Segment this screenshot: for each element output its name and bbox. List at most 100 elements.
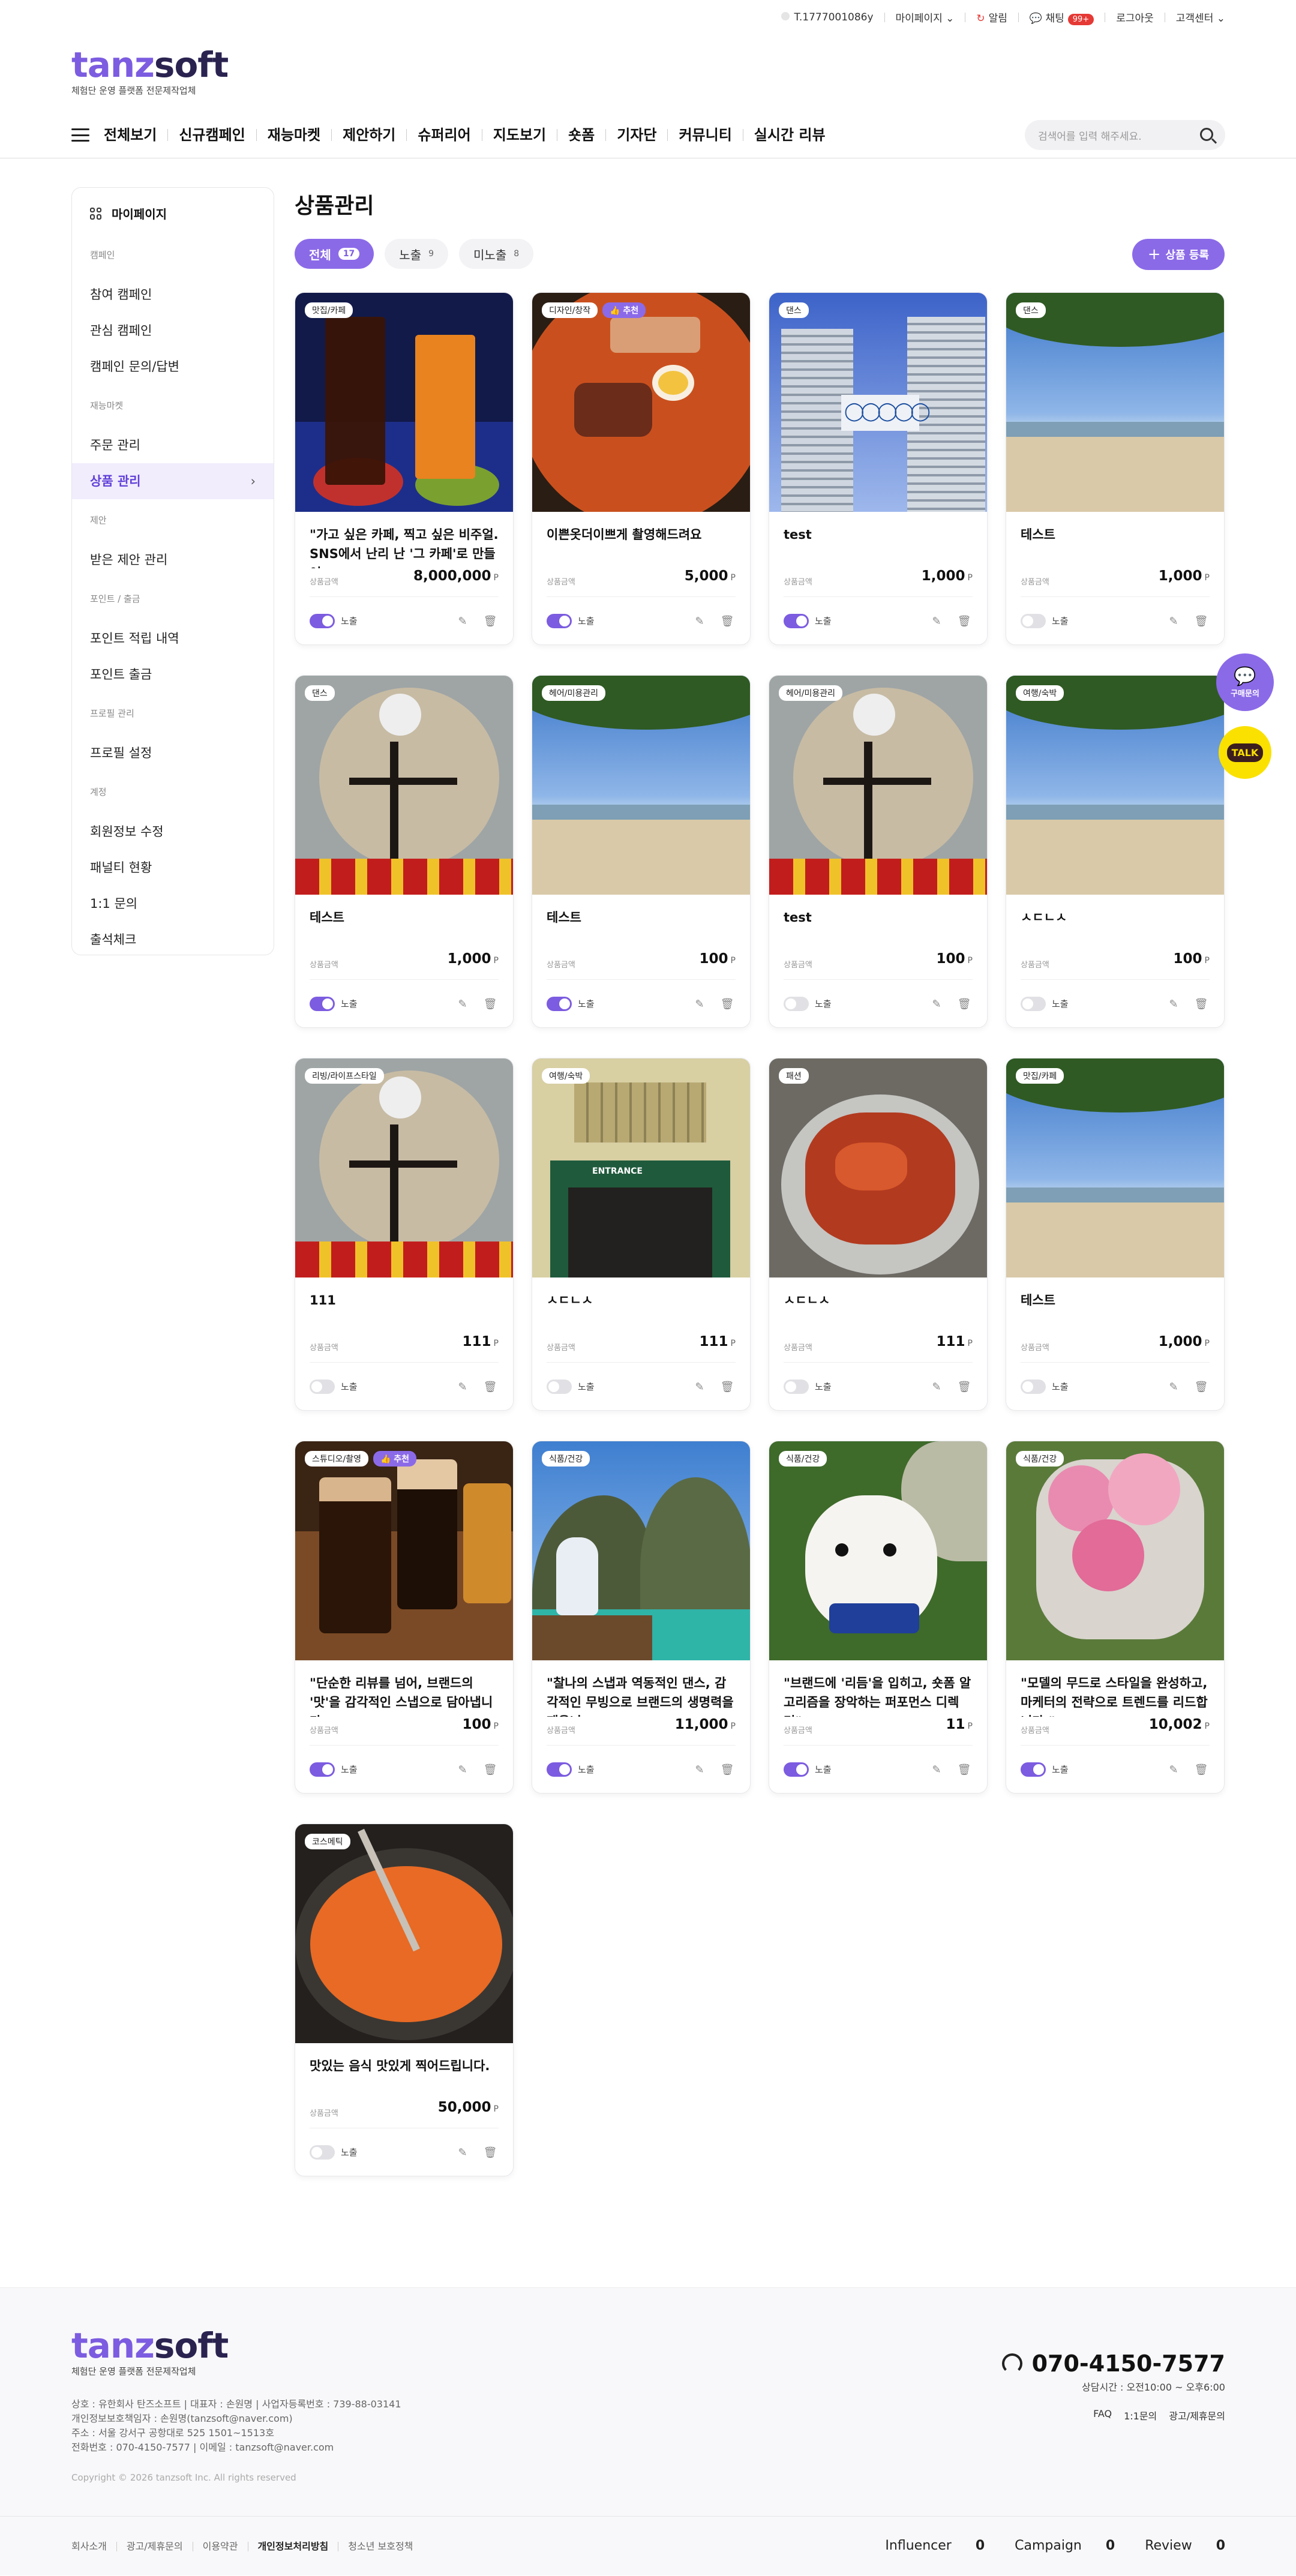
product-thumbnail[interactable]: 디자인/창작 👍 추천 (532, 293, 750, 512)
nav-item-propose[interactable]: 제안하기 (331, 128, 406, 142)
nav-item-superior[interactable]: 슈퍼리어 (406, 128, 481, 142)
mypage-menu[interactable]: 마이페이지 ⌄ (896, 10, 955, 25)
search-icon[interactable] (1200, 128, 1213, 141)
exposure-toggle[interactable] (310, 2145, 335, 2160)
register-product-button[interactable]: + 상품 등록 (1132, 239, 1225, 270)
product-thumbnail[interactable]: 패션 (769, 1058, 987, 1277)
footer-link-about[interactable]: 회사소개 (71, 2542, 116, 2551)
trash-icon[interactable]: 🗑 (719, 995, 736, 1012)
tab-hidden[interactable]: 미노출 8 (459, 239, 534, 269)
nav-item-map[interactable]: 지도보기 (481, 128, 557, 142)
product-card[interactable]: 코스메틱 맛있는 음식 맛있게 찍어드립니다. 상품금액 50,000 P 노출 ✎ 🗑 (295, 1824, 514, 2176)
tab-all[interactable]: 전체 17 (295, 239, 374, 269)
tab-exposed[interactable]: 노출 9 (385, 239, 449, 269)
product-title[interactable]: "모델의 무드로 스타일을 완성하고, 마케터의 전략으로 트렌드를 리드합니다… (1006, 1660, 1224, 1717)
exposure-toggle[interactable] (1021, 996, 1046, 1011)
product-title[interactable]: 테스트 (1006, 1277, 1224, 1334)
exposure-toggle[interactable] (1021, 1379, 1046, 1394)
trash-icon[interactable]: 🗑 (482, 2144, 499, 2161)
support-menu[interactable]: 고객센터 ⌄ (1176, 10, 1225, 25)
product-thumbnail[interactable]: ENTRANCE 여행/숙박 (532, 1058, 750, 1277)
product-card[interactable]: 리빙/라이프스타일 111 상품금액 111 P 노출 ✎ 🗑 (295, 1058, 514, 1411)
nav-item-live-review[interactable]: 실시간 리뷰 (742, 128, 836, 142)
product-thumbnail[interactable]: 식품/건강 (1006, 1441, 1224, 1660)
product-title[interactable]: 111 (295, 1277, 513, 1334)
sidebar-item-favorite-campaigns[interactable]: 관심 캠페인 (72, 313, 274, 349)
edit-icon[interactable]: ✎ (928, 613, 945, 629)
edit-icon[interactable]: ✎ (454, 1378, 471, 1395)
footer-link-privacy[interactable]: 개인정보처리방침 (247, 2542, 338, 2551)
edit-icon[interactable]: ✎ (1165, 995, 1182, 1012)
trash-icon[interactable]: 🗑 (482, 613, 499, 629)
exposure-toggle[interactable] (784, 996, 809, 1011)
sidebar-item-orders[interactable]: 주문 관리 (72, 427, 274, 463)
edit-icon[interactable]: ✎ (691, 613, 708, 629)
product-card[interactable]: 맛집/카페 테스트 상품금액 1,000 P 노출 ✎ 🗑 (1006, 1058, 1225, 1411)
edit-icon[interactable]: ✎ (691, 995, 708, 1012)
trash-icon[interactable]: 🗑 (956, 1378, 973, 1395)
edit-icon[interactable]: ✎ (928, 1761, 945, 1778)
product-thumbnail[interactable]: 식품/건강 (532, 1441, 750, 1660)
exposure-toggle[interactable] (310, 1762, 335, 1777)
exposure-toggle[interactable] (547, 613, 572, 628)
trash-icon[interactable]: 🗑 (482, 1378, 499, 1395)
product-thumbnail[interactable]: 헤어/미용관리 (769, 676, 987, 895)
exposure-toggle[interactable] (310, 1379, 335, 1394)
product-card[interactable]: 스튜디오/촬영 👍 추천 "단순한 리뷰를 넘어, 브랜드의 '맛'을 감각적인 스… (295, 1441, 514, 1794)
trash-icon[interactable]: 🗑 (482, 1761, 499, 1778)
product-thumbnail[interactable]: 코스메틱 (295, 1824, 513, 2043)
exposure-toggle[interactable] (784, 1762, 809, 1777)
edit-icon[interactable]: ✎ (691, 1378, 708, 1395)
footer-link-partnership[interactable]: 광고/제휴문의 (116, 2542, 193, 2551)
sidebar-item-campaign-qna[interactable]: 캠페인 문의/답변 (72, 349, 274, 385)
product-thumbnail[interactable]: 헤어/미용관리 (532, 676, 750, 895)
product-title[interactable]: 테스트 (295, 895, 513, 951)
product-thumbnail[interactable]: 댄스 (295, 676, 513, 895)
trash-icon[interactable]: 🗑 (1193, 995, 1210, 1012)
product-title[interactable]: test (769, 512, 987, 568)
product-card[interactable]: 식품/건강 "찰나의 스냅과 역동적인 댄스, 감각적인 무빙으로 브랜드의 생명… (532, 1441, 751, 1794)
product-thumbnail[interactable]: ◯◯◯◯◯ 댄스 (769, 293, 987, 512)
product-title[interactable]: 맛있는 음식 맛있게 찍어드립니다. (295, 2043, 513, 2100)
search-input[interactable]: 검색어를 입력 해주세요. (1025, 120, 1225, 150)
edit-icon[interactable]: ✎ (691, 1761, 708, 1778)
product-title[interactable]: test (769, 895, 987, 951)
trash-icon[interactable]: 🗑 (1193, 613, 1210, 629)
sidebar-item-profile-settings[interactable]: 프로필 설정 (72, 735, 274, 771)
edit-icon[interactable]: ✎ (454, 2144, 471, 2161)
product-title[interactable]: ㅅㄷㄴㅅ (532, 1277, 750, 1334)
sidebar-item-received-proposals[interactable]: 받은 제안 관리 (72, 542, 274, 578)
product-thumbnail[interactable]: 여행/숙박 (1006, 676, 1224, 895)
product-title[interactable]: "단순한 리뷰를 넘어, 브랜드의 '맛'을 감각적인 스냅으로 담아냅니다. (295, 1660, 513, 1717)
sidebar-item-products[interactable]: 상품 관리 (72, 463, 274, 499)
exposure-toggle[interactable] (1021, 1762, 1046, 1777)
edit-icon[interactable]: ✎ (1165, 1378, 1182, 1395)
product-card[interactable]: 여행/숙박 ㅅㄷㄴㅅ 상품금액 100 P 노출 ✎ 🗑 (1006, 675, 1225, 1028)
chat-link[interactable]: 💬 채팅 99+ (1030, 10, 1094, 25)
nav-item-all[interactable]: 전체보기 (104, 128, 167, 142)
product-card[interactable]: 패션 ㅅㄷㄴㅅ 상품금액 111 P 노출 ✎ 🗑 (769, 1058, 988, 1411)
nav-item-new-campaign[interactable]: 신규캠페인 (167, 128, 256, 142)
product-card[interactable]: 댄스 테스트 상품금액 1,000 P 노출 ✎ 🗑 (1006, 292, 1225, 645)
footer-link-youth[interactable]: 청소년 보호정책 (338, 2542, 422, 2551)
trash-icon[interactable]: 🗑 (719, 1378, 736, 1395)
exposure-toggle[interactable] (547, 1762, 572, 1777)
footer-logo[interactable]: tanzsoft 체험단 운영 플랫폼 전문제작업체 (71, 2328, 229, 2377)
product-card[interactable]: 디자인/창작 👍 추천 이쁜옷더이쁘게 촬영해드려요 상품금액 5,000 P 노출 ✎ 🗑 (532, 292, 751, 645)
sidebar-item-point-withdraw[interactable]: 포인트 출금 (72, 656, 274, 692)
product-thumbnail[interactable]: 스튜디오/촬영 👍 추천 (295, 1441, 513, 1660)
edit-icon[interactable]: ✎ (454, 995, 471, 1012)
product-card[interactable]: 헤어/미용관리 test 상품금액 100 P 노출 ✎ 🗑 (769, 675, 988, 1028)
footer-link-faq[interactable]: FAQ (1093, 2408, 1112, 2422)
edit-icon[interactable]: ✎ (454, 613, 471, 629)
exposure-toggle[interactable] (784, 1379, 809, 1394)
nav-item-reporters[interactable]: 기자단 (605, 128, 667, 142)
product-thumbnail[interactable]: 식품/건강 (769, 1441, 987, 1660)
product-title[interactable]: 이쁜옷더이쁘게 촬영해드려요 (532, 512, 750, 568)
sidebar-item-edit-account[interactable]: 회원정보 수정 (72, 814, 274, 850)
trash-icon[interactable]: 🗑 (719, 1761, 736, 1778)
edit-icon[interactable]: ✎ (928, 1378, 945, 1395)
product-title[interactable]: ㅅㄷㄴㅅ (1006, 895, 1224, 951)
sidebar-item-attendance[interactable]: 출석체크 (72, 922, 274, 958)
trash-icon[interactable]: 🗑 (482, 995, 499, 1012)
